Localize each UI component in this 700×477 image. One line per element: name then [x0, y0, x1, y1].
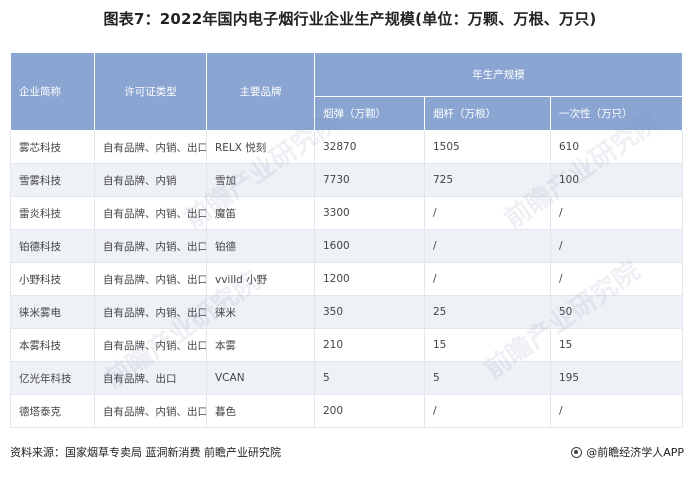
cell-disposable: / [549, 229, 684, 263]
cell-pods: 32870 [314, 130, 425, 164]
cell-brand: 暮色 [206, 394, 315, 428]
chart-title: 图表7：2022年国内电子烟行业企业生产规模(单位：万颗、万根、万只) [103, 10, 597, 28]
cell-rods: 25 [424, 295, 551, 329]
header-rods: 烟杆（万根） [424, 96, 551, 131]
cell-pods: 3300 [314, 196, 425, 230]
cell-brand: 雪加 [206, 163, 315, 197]
cell-license: 自有品牌、内销、出口 [94, 328, 207, 362]
table-row: 雪雾科技 自有品牌、内销 雪加 7730 725 100 [10, 163, 684, 197]
header-pods: 烟弹（万颗） [314, 96, 425, 131]
cell-pods: 1600 [314, 229, 425, 263]
cell-company: 雪雾科技 [10, 163, 95, 197]
cell-brand: RELX 悦刻 [206, 130, 315, 164]
cell-pods: 200 [314, 394, 425, 428]
table-row: 徕米雾电 自有品牌、内销、出口 徕米 350 25 50 [10, 295, 684, 329]
cell-disposable: / [549, 262, 684, 296]
table-row: 雾芯科技 自有品牌、内销、出口 RELX 悦刻 32870 1505 610 [10, 130, 684, 164]
cell-company: 本雾科技 [10, 328, 95, 362]
table-row: 本雾科技 自有品牌、内销、出口 本雾 210 15 15 [10, 328, 684, 362]
cell-company: 雾芯科技 [10, 130, 95, 164]
table-row: 铂德科技 自有品牌、内销、出口 铂德 1600 / / [10, 229, 684, 263]
header-company: 企业简称 [10, 52, 95, 131]
cell-license: 自有品牌、内销、出口 [94, 262, 207, 296]
cell-license: 自有品牌、内销、出口 [94, 229, 207, 263]
cell-license: 自有品牌、出口 [94, 361, 207, 395]
cell-company: 雷炎科技 [10, 196, 95, 230]
cell-rods: / [424, 196, 551, 230]
cell-rods: 5 [424, 361, 551, 395]
cell-rods: / [424, 394, 551, 428]
cell-company: 小野科技 [10, 262, 95, 296]
cell-pods: 7730 [314, 163, 425, 197]
header-disposable: 一次性（万只） [549, 96, 684, 131]
table-row: 小野科技 自有品牌、内销、出口 vvilld 小野 1200 / / [10, 262, 684, 296]
cell-company: 亿光年科技 [10, 361, 95, 395]
cell-company: 铂德科技 [10, 229, 95, 263]
cell-license: 自有品牌、内销、出口 [94, 394, 207, 428]
brand-credit: @前瞻经济学人APP [571, 444, 684, 460]
cell-brand: 徕米 [206, 295, 315, 329]
cell-rods: 725 [424, 163, 551, 197]
header-annual-scale: 年生产规模 [313, 52, 684, 97]
table-row: 亿光年科技 自有品牌、出口 VCAN 5 5 195 [10, 361, 684, 395]
cell-brand: 魔笛 [206, 196, 315, 230]
cell-brand: VCAN [206, 361, 315, 395]
cell-brand: 铂德 [206, 229, 315, 263]
qianzhan-logo-icon [571, 446, 583, 458]
cell-disposable: 100 [549, 163, 684, 197]
production-scale-table: 企业简称 许可证类型 主要品牌 年生产规模 烟弹（万颗） 烟杆（万根） 一次性（… [10, 52, 684, 428]
cell-license: 自有品牌、内销 [94, 163, 207, 197]
cell-disposable: / [549, 196, 684, 230]
cell-pods: 210 [314, 328, 425, 362]
cell-company: 徕米雾电 [10, 295, 95, 329]
cell-rods: / [424, 262, 551, 296]
cell-company: 德塔泰克 [10, 394, 95, 428]
cell-pods: 1200 [314, 262, 425, 296]
cell-disposable: 195 [549, 361, 684, 395]
cell-brand: 本雾 [206, 328, 315, 362]
header-brand: 主要品牌 [206, 52, 315, 131]
cell-pods: 350 [314, 295, 425, 329]
cell-disposable: / [549, 394, 684, 428]
cell-disposable: 610 [549, 130, 684, 164]
table-row: 德塔泰克 自有品牌、内销、出口 暮色 200 / / [10, 394, 684, 428]
cell-rods: / [424, 229, 551, 263]
cell-rods: 15 [424, 328, 551, 362]
source-note: 资料来源：国家烟草专卖局 蓝洞新消费 前瞻产业研究院 [10, 446, 281, 459]
header-license: 许可证类型 [94, 52, 207, 131]
cell-pods: 5 [314, 361, 425, 395]
table-row: 雷炎科技 自有品牌、内销、出口 魔笛 3300 / / [10, 196, 684, 230]
brand-credit-label: @前瞻经济学人APP [586, 446, 684, 459]
cell-license: 自有品牌、内销、出口 [94, 130, 207, 164]
cell-disposable: 50 [549, 295, 684, 329]
cell-license: 自有品牌、内销、出口 [94, 295, 207, 329]
cell-brand: vvilld 小野 [206, 262, 315, 296]
cell-disposable: 15 [549, 328, 684, 362]
cell-rods: 1505 [424, 130, 551, 164]
cell-license: 自有品牌、内销、出口 [94, 196, 207, 230]
